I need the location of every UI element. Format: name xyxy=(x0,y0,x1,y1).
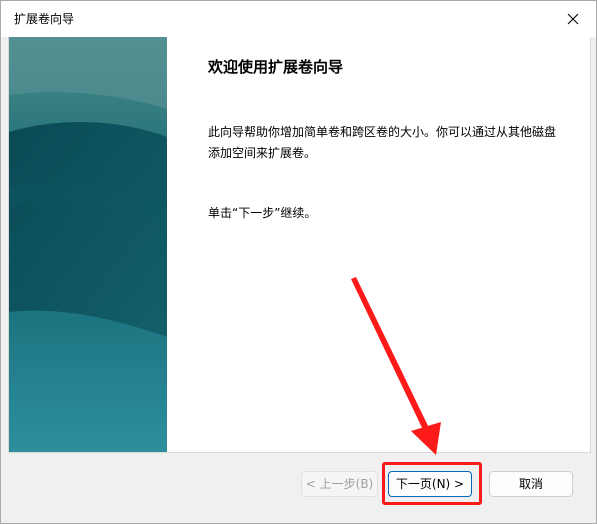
cancel-button[interactable]: 取消 xyxy=(489,471,573,497)
title-bar: 扩展卷向导 xyxy=(1,1,596,37)
wizard-heading: 欢迎使用扩展卷向导 xyxy=(208,58,344,76)
wizard-content: 欢迎使用扩展卷向导 此向导帮助你增加简单卷和跨区卷的大小。你可以通过从其他磁盘添… xyxy=(8,37,591,452)
close-icon xyxy=(567,13,579,25)
back-button[interactable]: < 上一步(B) xyxy=(301,471,378,497)
next-button[interactable]: 下一页(N) > xyxy=(388,471,472,497)
wizard-hint: 单击“下一步”继续。 xyxy=(208,206,317,220)
close-button[interactable] xyxy=(550,1,596,37)
wizard-description: 此向导帮助你增加简单卷和跨区卷的大小。你可以通过从其他磁盘添加空间来扩展卷。 xyxy=(208,125,557,160)
window-title: 扩展卷向导 xyxy=(14,12,75,26)
wizard-window: 扩展卷向导 欢迎使用扩展卷向导 此向导帮助你增加简单卷和跨区卷的大小。你可以通过… xyxy=(0,0,597,524)
footer-divider xyxy=(8,452,591,453)
wizard-side-graphic xyxy=(9,37,167,452)
